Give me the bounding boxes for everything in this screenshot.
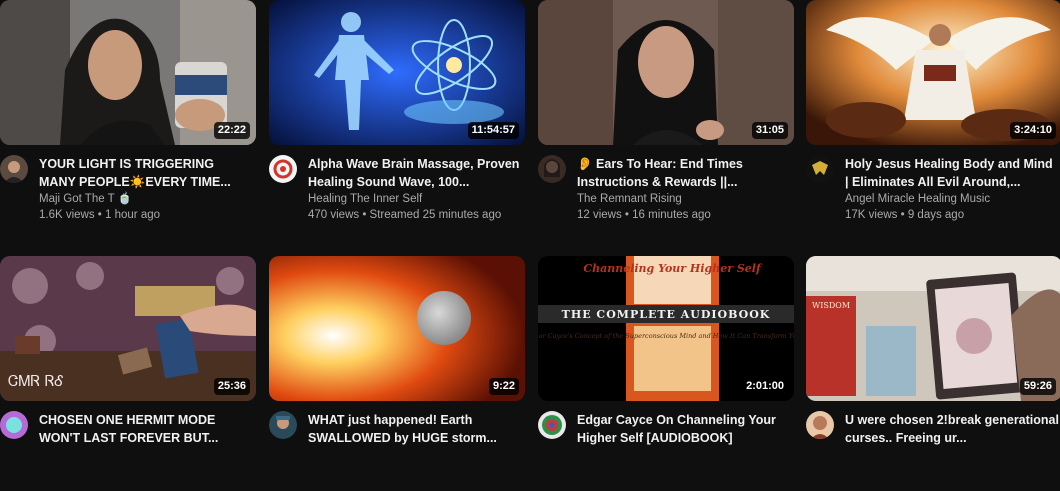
channel-avatar[interactable]	[806, 155, 834, 183]
video-title[interactable]: CHOSEN ONE HERMIT MODE WON'T LAST FOREVE…	[39, 411, 253, 447]
video-stats: 12 views • 16 minutes ago	[577, 209, 711, 221]
video-thumbnail[interactable]: 22:22	[0, 0, 256, 145]
video-stats: 470 views • Streamed 25 minutes ago	[308, 209, 502, 221]
video-card[interactable]: 3:24:10 Holy Jesus Healing Body and Mind…	[806, 0, 1060, 235]
video-thumbnail[interactable]: ᏣᎷᏒ ᏒᎴ 25:36	[0, 256, 256, 401]
video-card[interactable]: Channeling Your Higher Self THE COMPLETE…	[538, 256, 794, 491]
thumbnail-caption: ᏣᎷᏒ ᏒᎴ	[8, 372, 64, 390]
channel-avatar[interactable]	[806, 411, 834, 439]
video-title[interactable]: Alpha Wave Brain Massage, Proven Healing…	[308, 155, 522, 191]
video-stats: 1.6K views • 1 hour ago	[39, 209, 161, 221]
video-card[interactable]: 22:22 YOUR LIGHT IS TRIGGERING MANY PEOP…	[0, 0, 256, 235]
channel-avatar[interactable]	[538, 411, 566, 439]
video-title[interactable]: YOUR LIGHT IS TRIGGERING MANY PEOPLE☀️EV…	[39, 155, 253, 191]
video-duration: 59:26	[1019, 378, 1056, 395]
book-label: WISDOM	[812, 301, 850, 310]
audiobook-banner: THE COMPLETE AUDIOBOOK	[562, 308, 771, 321]
book-title: Channeling Your Higher Self	[583, 262, 763, 275]
video-duration: 11:54:57	[467, 122, 519, 139]
video-title[interactable]: Holy Jesus Healing Body and Mind | Elimi…	[845, 155, 1059, 191]
video-thumbnail[interactable]: WISDOM 59:26	[806, 256, 1060, 401]
channel-name[interactable]: The Remnant Rising	[577, 192, 682, 206]
video-duration: 31:05	[751, 122, 788, 139]
video-card[interactable]: ᏣᎷᏒ ᏒᎴ 25:36 CHOSEN ONE HERMIT MODE WON'…	[0, 256, 256, 491]
video-thumbnail[interactable]: 3:24:10	[806, 0, 1060, 145]
thumbnail-image	[269, 256, 525, 401]
video-title[interactable]: WHAT just happened! Earth SWALLOWED by H…	[308, 411, 522, 447]
video-thumbnail[interactable]: Channeling Your Higher Self THE COMPLETE…	[538, 256, 794, 401]
video-duration: 9:22	[488, 378, 519, 395]
channel-name[interactable]: Angel Miracle Healing Music	[845, 192, 990, 206]
video-card[interactable]: WISDOM 59:26 U were chosen 2!break gener…	[806, 256, 1060, 491]
video-title[interactable]: Edgar Cayce On Channeling Your Higher Se…	[577, 411, 791, 447]
video-thumbnail[interactable]: 9:22	[269, 256, 525, 401]
video-title[interactable]: 👂 Ears To Hear: End Times Instructions &…	[577, 155, 791, 191]
channel-avatar[interactable]	[0, 155, 28, 183]
channel-name[interactable]: Healing The Inner Self	[308, 192, 422, 206]
video-duration: 3:24:10	[1010, 122, 1056, 139]
channel-avatar[interactable]	[269, 155, 297, 183]
video-card[interactable]: 11:54:57 Alpha Wave Brain Massage, Prove…	[269, 0, 525, 235]
video-stats: 17K views • 9 days ago	[845, 209, 965, 221]
channel-avatar[interactable]	[0, 411, 28, 439]
channel-avatar[interactable]	[538, 155, 566, 183]
video-grid: 22:22 YOUR LIGHT IS TRIGGERING MANY PEOP…	[0, 0, 1060, 445]
video-duration: 22:22	[213, 122, 250, 139]
book-subtitle: Edgar Cayce's Concept of the Superconsci…	[538, 332, 794, 340]
channel-name[interactable]: Maji Got The T 🍵	[39, 192, 132, 206]
video-title[interactable]: U were chosen 2!break generational curse…	[845, 411, 1059, 447]
video-duration: 2:01:00	[742, 378, 788, 395]
video-card[interactable]: 31:05 👂 Ears To Hear: End Times Instruct…	[538, 0, 794, 235]
channel-avatar[interactable]	[269, 411, 297, 439]
video-thumbnail[interactable]: 31:05	[538, 0, 794, 145]
video-thumbnail[interactable]: 11:54:57	[269, 0, 525, 145]
video-duration: 25:36	[213, 378, 250, 395]
video-card[interactable]: 9:22 WHAT just happened! Earth SWALLOWED…	[269, 256, 525, 491]
